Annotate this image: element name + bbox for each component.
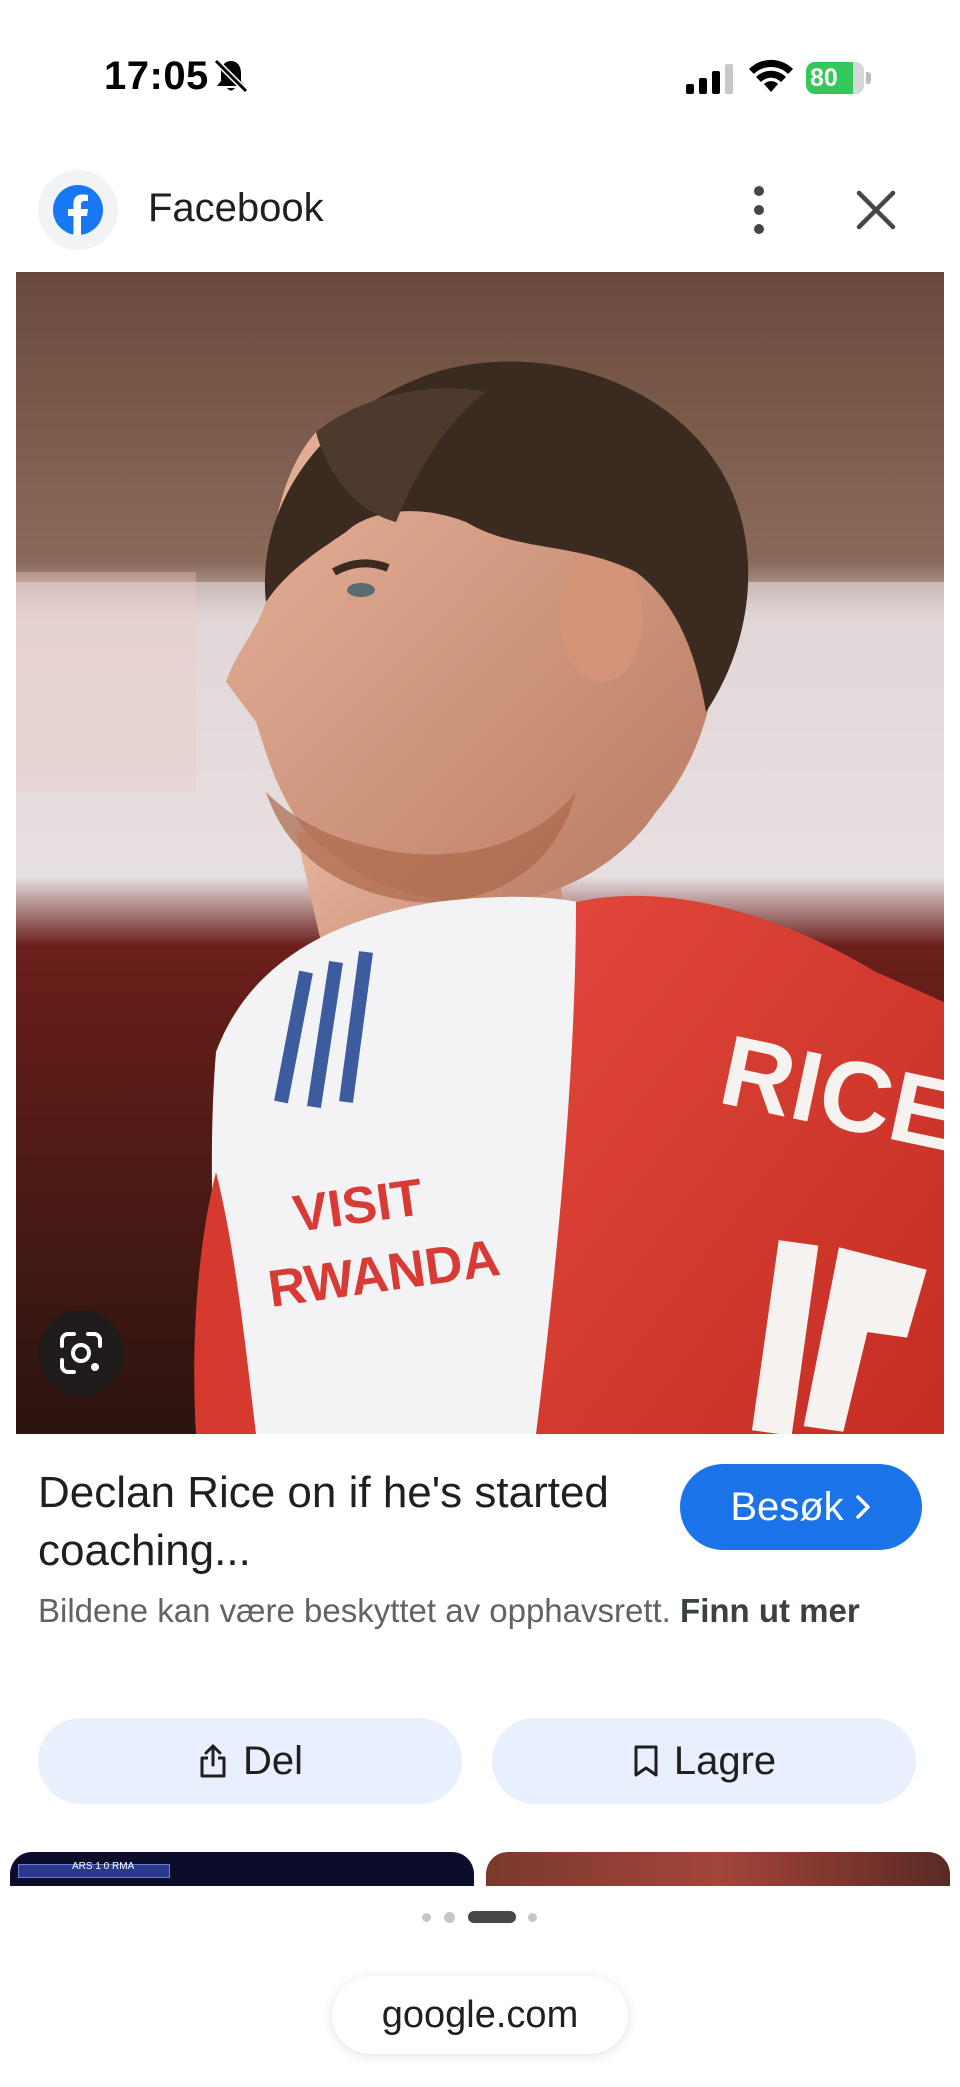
google-lens-icon[interactable] [38, 1310, 124, 1396]
pager-dot [444, 1912, 455, 1923]
copyright-text: Bildene kan være beskyttet av opphavsret… [38, 1592, 671, 1629]
save-button[interactable]: Lagre [492, 1718, 916, 1804]
source-name[interactable]: Facebook [148, 186, 324, 231]
close-icon[interactable] [846, 180, 906, 240]
share-icon [200, 1744, 226, 1778]
pager-dot-active [468, 1911, 516, 1923]
wifi-icon [749, 59, 793, 92]
source-header: Facebook [0, 160, 960, 270]
share-label: Del [242, 1738, 304, 1783]
related-thumbnail[interactable] [486, 1852, 950, 1886]
visit-label: Besøk [730, 1484, 844, 1529]
facebook-icon[interactable] [38, 170, 118, 250]
save-label: Lagre [673, 1738, 777, 1783]
bookmark-icon [634, 1745, 658, 1777]
pager-dot [422, 1913, 431, 1922]
preview-image[interactable]: VISIT RWANDA RICE [16, 272, 944, 1434]
share-button[interactable]: Del [38, 1718, 462, 1804]
status-bar: 17:05 80 [0, 0, 960, 150]
visit-button[interactable]: Besøk [680, 1464, 922, 1550]
signal-icon [686, 64, 733, 94]
battery-level: 80 [810, 64, 838, 92]
chevron-right-icon [855, 1495, 870, 1519]
bell-slash-icon [214, 58, 248, 94]
pager-dots [420, 1910, 540, 1924]
result-title[interactable]: Declan Rice on if he's started coaching.… [38, 1464, 638, 1580]
pager-dot [528, 1913, 537, 1922]
status-time: 17:05 [104, 54, 209, 98]
copyright-notice: Bildene kan være beskyttet av opphavsret… [38, 1588, 918, 1634]
scoreboard-text: ARS 1 0 RMA [72, 1861, 135, 1872]
related-thumbnail[interactable]: ARS 1 0 RMA [10, 1852, 474, 1886]
battery-icon: 80 [806, 62, 876, 94]
url-pill[interactable]: google.com [332, 1976, 628, 2054]
more-vert-icon[interactable] [734, 180, 784, 240]
learn-more-link[interactable]: Finn ut mer [680, 1592, 860, 1629]
